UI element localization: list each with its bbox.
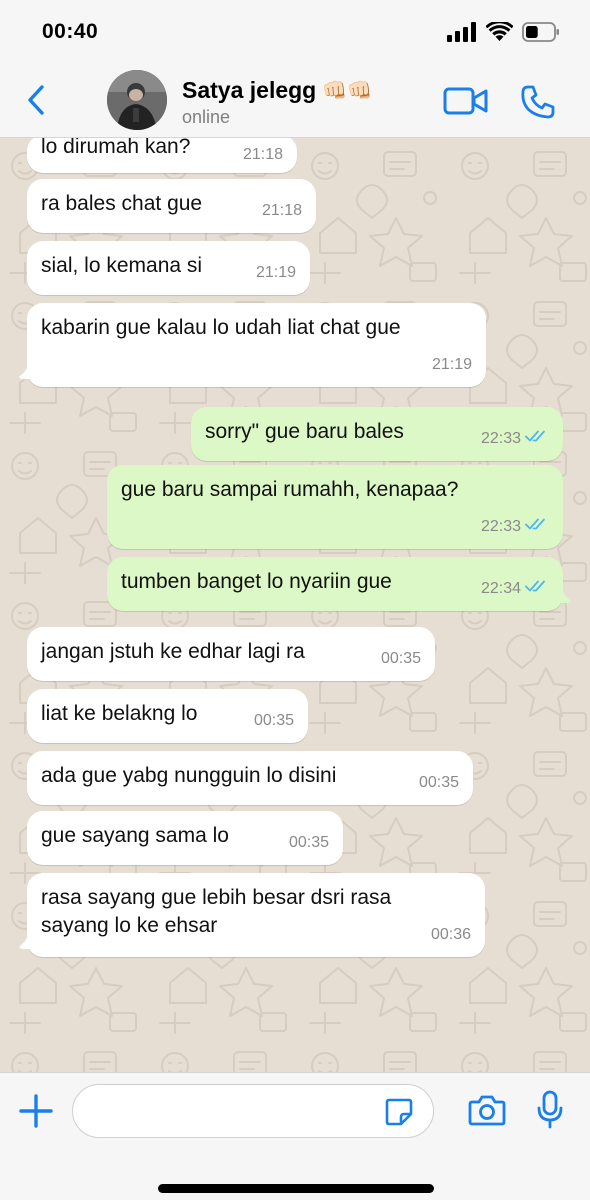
message-meta: 00:35 (381, 645, 421, 673)
message-meta: 21:18 (262, 197, 302, 225)
read-receipt (525, 513, 549, 541)
message-time: 22:33 (480, 430, 521, 447)
microphone-button[interactable] (536, 1090, 564, 1135)
contact-name[interactable]: Satya jelegg 👊🏻👊🏻 (182, 77, 372, 104)
message-meta: 22:34 (481, 575, 549, 603)
microphone-icon (537, 1090, 563, 1129)
chevron-left-icon (28, 85, 44, 115)
bubble-tail (18, 357, 40, 387)
message-meta: 21:19 (256, 259, 296, 287)
incoming-message[interactable]: lo dirumah kan? 21:18 (27, 138, 297, 173)
message-time: 22:33 (480, 518, 521, 535)
back-button[interactable] (18, 80, 54, 120)
message-text: jangan jstuh ke edhar lagi ra (41, 640, 305, 663)
chat-area[interactable]: lo dirumah kan? 21:18 ra bales chat gue 21:… (0, 138, 590, 1072)
incoming-message[interactable]: kabarin gue kalau lo udah liat chat gue 2… (19, 303, 486, 387)
message-meta: 00:36 (431, 921, 471, 949)
plus-icon (19, 1094, 53, 1128)
phone-icon (521, 85, 555, 119)
message-time: 21:18 (261, 202, 302, 219)
incoming-message[interactable]: liat ke belakng lo 00:35 (27, 689, 308, 743)
outgoing-message[interactable]: sorry" gue baru bales 22:33 (191, 407, 563, 461)
message-meta: 21:18 (243, 141, 283, 169)
message-meta: 00:35 (254, 707, 294, 735)
message-meta: 00:35 (289, 829, 329, 857)
battery-icon (522, 22, 560, 47)
read-ticks-icon (525, 580, 545, 592)
message-time: 00:36 (430, 926, 471, 943)
message-time: 21:19 (255, 264, 296, 281)
bubble-tail (18, 927, 40, 957)
outgoing-message[interactable]: gue baru sampai rumahh, kenapaa? 22:33 (107, 465, 563, 549)
message-text: gue sayang sama lo (41, 824, 229, 847)
message-meta: 22:33 (481, 425, 549, 453)
incoming-message[interactable]: ada gue yabg nungguin lo disini 00:35 (27, 751, 473, 805)
status-icons (447, 20, 560, 47)
message-text: gue baru sampai rumahh, kenapaa? (121, 478, 459, 501)
message-time: 21:19 (431, 356, 472, 373)
sticker-icon (385, 1098, 413, 1126)
message-time: 22:34 (480, 580, 521, 597)
read-receipt (525, 425, 549, 453)
status-time: 00:40 (42, 20, 99, 43)
message-meta: 00:35 (419, 769, 459, 797)
message-text: sial, lo kemana si (41, 254, 203, 277)
message-input[interactable] (72, 1084, 434, 1138)
read-receipt (525, 575, 549, 603)
message-time: 00:35 (418, 774, 459, 791)
message-text: lo dirumah kan? (41, 138, 191, 158)
chat-header: Satya jelegg 👊🏻👊🏻 online (0, 64, 590, 138)
incoming-message[interactable]: gue sayang sama lo 00:35 (27, 811, 343, 865)
outgoing-message[interactable]: tumben banget lo nyariin gue 22:34 (107, 557, 571, 611)
status-bar: 00:40 (0, 0, 590, 64)
attach-button[interactable] (18, 1093, 54, 1134)
avatar[interactable] (107, 70, 167, 130)
message-meta: 22:33 (481, 513, 549, 541)
message-text: ada gue yabg nungguin lo disini (41, 764, 337, 787)
message-text: liat ke belakng lo (41, 702, 198, 725)
read-ticks-icon (525, 430, 545, 442)
home-indicator (158, 1184, 434, 1193)
message-text: sorry" gue baru bales (205, 420, 404, 443)
message-time: 00:35 (380, 650, 421, 667)
input-bar (0, 1072, 590, 1200)
incoming-message[interactable]: ra bales chat gue 21:18 (27, 179, 316, 233)
message-text: tumben banget lo nyariin gue (121, 570, 392, 593)
bubble-tail (550, 581, 572, 611)
message-text: ra bales chat gue (41, 192, 203, 215)
message-meta: 21:19 (432, 351, 472, 379)
signal-icon (447, 22, 477, 47)
fist-emoji: 👊🏻👊🏻 (322, 80, 373, 102)
sticker-button[interactable] (384, 1097, 414, 1132)
message-time: 21:18 (242, 146, 283, 163)
video-call-button[interactable] (443, 86, 489, 121)
camera-button[interactable] (468, 1093, 506, 1132)
camera-icon (468, 1095, 506, 1126)
incoming-message[interactable]: rasa sayang gue lebih besar dsri rasa sa… (19, 873, 485, 957)
contact-name-text: Satya jelegg (182, 77, 317, 103)
incoming-message[interactable]: jangan jstuh ke edhar lagi ra 00:35 (27, 627, 435, 681)
voice-call-button[interactable] (520, 84, 556, 125)
video-camera-icon (443, 87, 488, 115)
message-time: 00:35 (288, 834, 329, 851)
contact-status: online (182, 107, 231, 127)
message-text: rasa sayang gue lebih besar dsri rasa sa… (41, 886, 392, 937)
read-ticks-icon (525, 518, 545, 530)
incoming-message[interactable]: sial, lo kemana si 21:19 (27, 241, 310, 295)
wifi-icon (485, 20, 514, 47)
message-time: 00:35 (253, 712, 294, 729)
message-text: kabarin gue kalau lo udah liat chat gue (41, 316, 401, 339)
